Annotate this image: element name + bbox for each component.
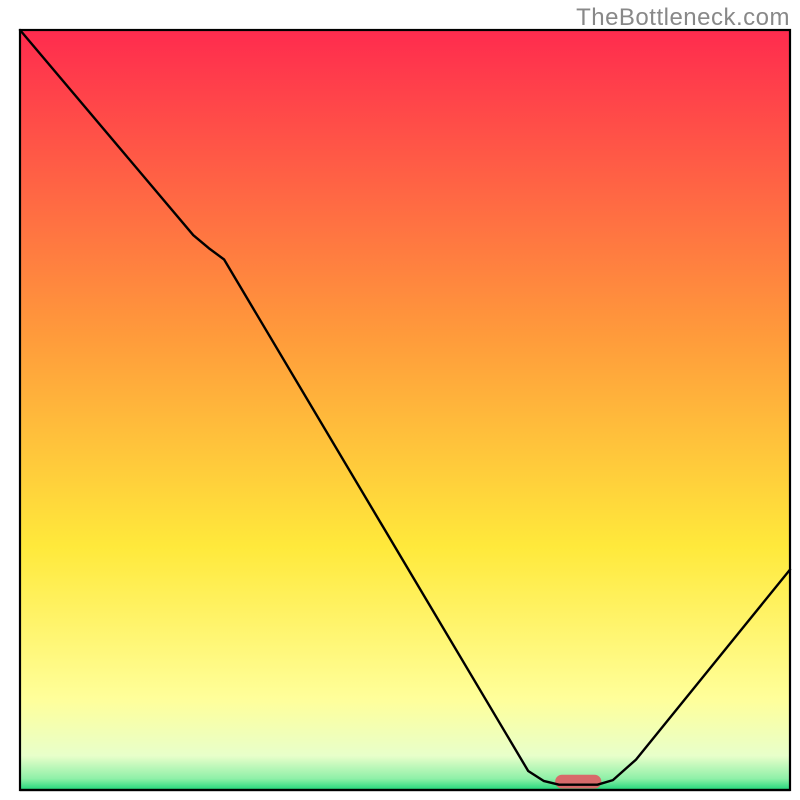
gradient-background bbox=[20, 30, 790, 790]
chart-container: TheBottleneck.com bbox=[0, 0, 800, 800]
bottleneck-chart bbox=[0, 0, 800, 800]
optimal-marker bbox=[555, 775, 601, 789]
